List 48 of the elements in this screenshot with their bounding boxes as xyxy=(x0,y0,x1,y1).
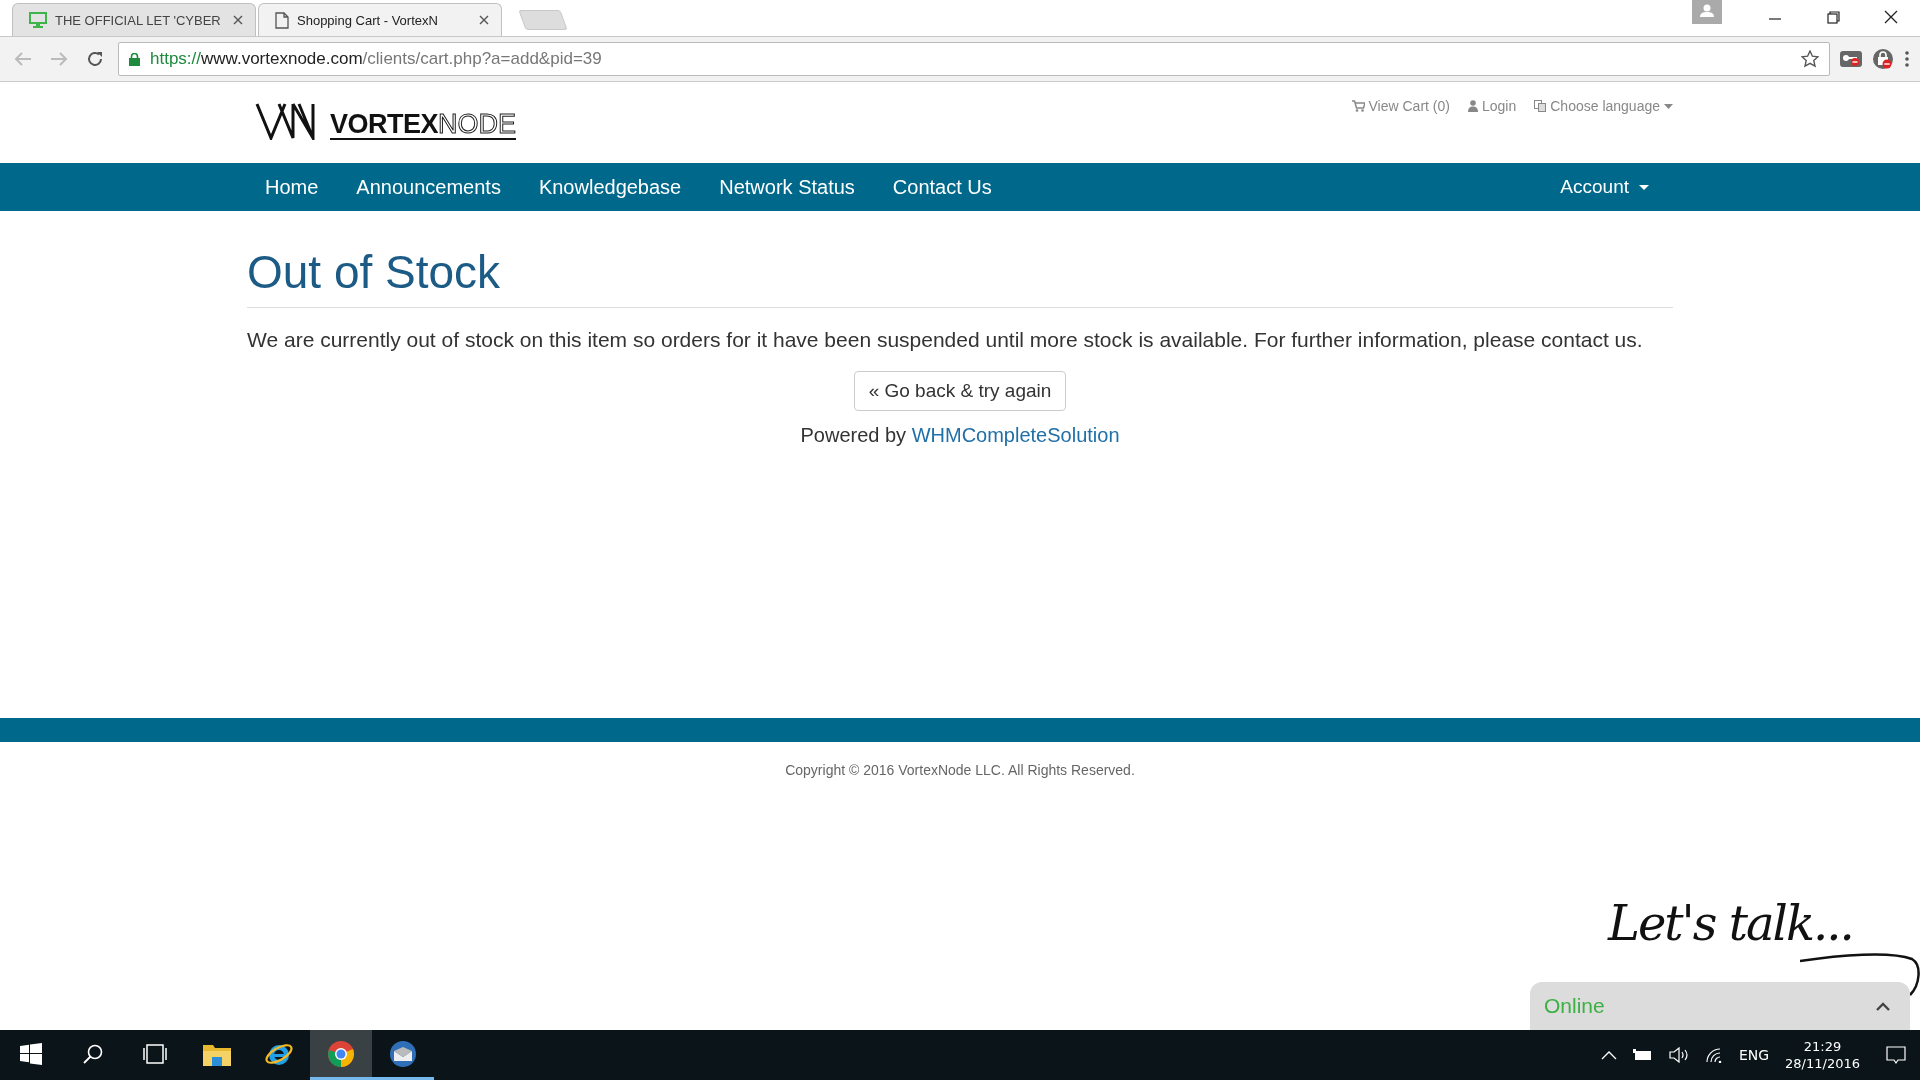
chevron-up-icon[interactable] xyxy=(1876,1001,1890,1011)
search-icon[interactable] xyxy=(82,1042,104,1065)
nav-link[interactable]: Knowledgebase xyxy=(519,175,701,199)
notifications-icon[interactable] xyxy=(1886,1045,1906,1065)
browser-tab[interactable]: Shopping Cart - VortexN xyxy=(258,3,502,36)
close-tab-icon[interactable] xyxy=(479,15,489,25)
header-link[interactable]: Login xyxy=(1467,98,1517,114)
wifi-icon[interactable] xyxy=(1704,1047,1723,1063)
lock-extension-icon[interactable] xyxy=(1872,48,1894,70)
user-icon xyxy=(1467,100,1478,112)
nav-link[interactable]: Network Status xyxy=(700,175,874,199)
page-title: Out of Stock xyxy=(247,245,1673,308)
copyright-text: Copyright © 2016 VortexNode LLC. All Rights Reserved. xyxy=(785,762,1135,778)
chat-status: Online xyxy=(1544,994,1606,1018)
battery-icon[interactable] xyxy=(1632,1049,1653,1061)
windows-start-icon[interactable] xyxy=(20,1042,42,1065)
browser-tab[interactable]: THE OFFICIAL LET 'CYBER xyxy=(12,3,256,36)
menu-icon[interactable] xyxy=(1904,50,1910,68)
document-icon xyxy=(275,11,289,29)
caret-icon xyxy=(1639,184,1649,190)
powered-by-text: Powered by WHMCompleteSolution xyxy=(800,424,1120,447)
cart-icon xyxy=(1351,100,1365,112)
out-of-stock-message: We are currently out of stock on this item so orders for it have been suspended until more stock is available. For further information, please contact us. xyxy=(247,328,1644,352)
nav-link[interactable]: Home xyxy=(265,175,338,199)
close-tab-icon[interactable] xyxy=(233,15,243,25)
address-bar[interactable]: https://www.vortexnode.com/clients/cart.php?a=add&pid=39 xyxy=(118,42,1830,76)
nav-link[interactable]: Announcements xyxy=(337,175,520,199)
header-link[interactable]: Choose language xyxy=(1534,98,1673,114)
clock[interactable]: 21:29 28/11/2016 xyxy=(1785,1039,1860,1071)
nav-link[interactable]: Contact Us xyxy=(873,175,1011,199)
task-view-icon[interactable] xyxy=(142,1043,168,1064)
lock-icon xyxy=(129,52,140,66)
account-menu[interactable]: Account xyxy=(1560,176,1655,198)
key-extension-icon[interactable] xyxy=(1840,49,1862,69)
monitor-icon xyxy=(29,12,47,28)
caret-icon xyxy=(1664,103,1673,109)
header-link[interactable]: View Cart (0) xyxy=(1351,98,1450,114)
mail-client-icon[interactable] xyxy=(389,1039,417,1068)
bookmark-star-icon[interactable] xyxy=(1801,50,1819,68)
logo[interactable]: VORTEXNODE xyxy=(255,100,517,140)
whmcs-link[interactable]: WHMCompleteSolution xyxy=(911,424,1120,446)
chat-tagline: Let's talk... xyxy=(1608,895,1853,951)
chrome-icon[interactable] xyxy=(327,1039,355,1068)
speaker-icon[interactable] xyxy=(1668,1047,1689,1063)
language-icon xyxy=(1534,100,1547,112)
input-language[interactable]: ENG xyxy=(1738,1047,1770,1063)
go-back-button[interactable]: « Go back & try again xyxy=(853,371,1067,411)
url-text: https://www.vortexnode.com/clients/cart.php?a=add&pid=39 xyxy=(150,49,603,69)
